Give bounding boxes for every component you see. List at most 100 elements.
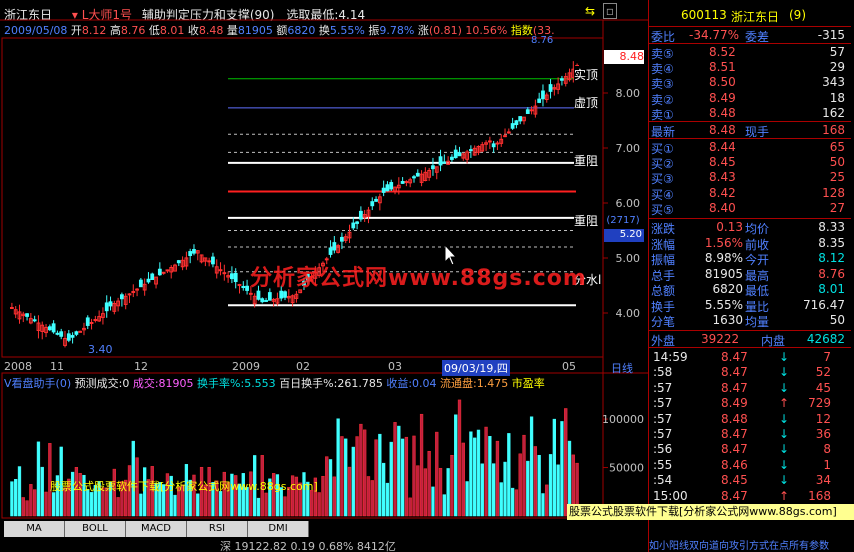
candle-body	[525, 109, 530, 114]
candle-body	[495, 142, 500, 145]
candle-body	[93, 319, 98, 322]
stat-value: 6820	[712, 282, 743, 296]
candle-body	[176, 260, 181, 264]
tab-boll[interactable]: BOLL	[65, 521, 126, 537]
tab-dmi[interactable]: DMI	[248, 521, 309, 537]
volume-bar	[507, 433, 511, 517]
tick-dir: ↓	[779, 427, 790, 441]
vol-tick-label: 50000	[609, 462, 644, 475]
candle-body	[537, 98, 542, 103]
volume-bar	[469, 431, 473, 517]
tab-macd[interactable]: MACD	[126, 521, 187, 537]
tick-vol: 8	[823, 442, 831, 457]
candle-body	[241, 286, 246, 289]
candle-body	[358, 210, 363, 220]
tick-row: :55 8.46 ↓ 1	[649, 458, 851, 473]
volume-bar	[499, 482, 503, 517]
candle-body	[267, 292, 272, 301]
weibi-value: -34.77%	[689, 28, 740, 42]
candle-body	[385, 184, 390, 192]
tick-row: :57 8.48 ↓ 12	[649, 412, 851, 427]
weibi-row: 委比 -34.77% 委差 -315	[649, 28, 851, 44]
tick-time: :57	[653, 396, 673, 411]
stock-num: (9)	[789, 8, 806, 22]
candle-body	[104, 302, 109, 312]
ask-vol: 18	[829, 90, 845, 105]
bid-row: 买④ 8.42 128	[649, 186, 851, 202]
stat-label: 前收	[745, 237, 770, 252]
volume-bar	[404, 436, 409, 517]
candle-body	[541, 90, 545, 100]
tick-vol: 1	[823, 457, 831, 472]
candle-body	[468, 149, 473, 152]
tick-price: 8.45	[721, 473, 748, 488]
y-tick-label: 7.00	[616, 142, 641, 155]
candle-body	[131, 290, 136, 293]
stat-label: 最高	[745, 268, 770, 283]
divider	[649, 138, 851, 139]
candle-body	[412, 176, 416, 179]
stat-label: 换手	[651, 299, 676, 314]
tick-price: 8.46	[721, 457, 748, 472]
ask-vol: 162	[822, 105, 845, 120]
stat-value: 1.56%	[704, 235, 743, 250]
ask-row: 卖③ 8.50 343	[649, 75, 851, 91]
ask-price: 8.48	[709, 105, 736, 120]
tick-row: :57 8.47 ↓ 36	[649, 427, 851, 442]
quote-title: 600113 浙江东日 (9)	[649, 8, 851, 24]
candle-body	[404, 181, 409, 184]
volume-bar	[408, 497, 412, 517]
tick-row: 15:00 8.47 ↑ 168	[649, 489, 851, 504]
tick-dir: ↓	[779, 457, 790, 472]
volume-bar	[446, 468, 450, 517]
candle-body	[25, 313, 29, 317]
bid-vol: 50	[829, 155, 845, 170]
volume-bar	[381, 462, 386, 517]
divider	[649, 347, 851, 348]
volume-bar	[541, 493, 545, 517]
divider	[649, 26, 851, 27]
volume-bar	[325, 456, 329, 517]
tick-price: 8.47	[721, 427, 748, 441]
stat-label: 今开	[745, 253, 770, 267]
volume-bar	[256, 497, 261, 517]
candle-body	[207, 260, 212, 263]
candle-body	[264, 299, 268, 302]
divider	[649, 218, 851, 219]
waipan-value: 39222	[701, 332, 740, 346]
indicator-tabs: MA BOLL MACD RSI DMI	[0, 521, 380, 537]
ask-price: 8.51	[709, 60, 736, 75]
vol-panel-title[interactable]: V看盘助手(0)	[4, 377, 71, 390]
stat-label: 均量	[745, 315, 770, 329]
candle-body	[188, 251, 193, 257]
volume-bar	[283, 496, 287, 517]
tick-dir: ↓	[779, 411, 790, 426]
x-label: 12	[134, 360, 148, 373]
x-label: 02	[296, 360, 310, 373]
candle-body	[279, 290, 284, 299]
candle-body	[120, 294, 124, 300]
candle-body	[442, 161, 447, 164]
volume-bar	[450, 454, 454, 517]
period-label[interactable]: 日线	[611, 360, 633, 376]
tab-ma[interactable]: MA	[4, 521, 65, 537]
volume-bar	[29, 484, 33, 517]
level-top-label: 实顶	[574, 66, 599, 83]
stat-label: 均价	[745, 222, 770, 236]
stat-row: 涨幅 1.56% 前收 8.35	[649, 235, 851, 252]
level-resist2-label: 重阻	[574, 212, 599, 229]
tick-dir: ↑	[779, 488, 790, 503]
divider	[649, 330, 851, 331]
candle-body	[66, 333, 71, 341]
stat-label: 振幅	[651, 253, 676, 267]
tab-rsi[interactable]: RSI	[187, 521, 248, 537]
tick-vol: 36	[815, 427, 831, 441]
stat-value: 8.33	[818, 220, 845, 234]
tick-vol: 52	[815, 365, 831, 380]
y-tick-label: 4.00	[616, 307, 641, 320]
tick-time: :56	[653, 442, 673, 457]
volume-bar	[416, 465, 420, 517]
volume-bar	[44, 491, 48, 517]
tick-row: :58 8.47 ↓ 52	[649, 365, 851, 380]
tick-dir: ↓	[779, 442, 790, 457]
